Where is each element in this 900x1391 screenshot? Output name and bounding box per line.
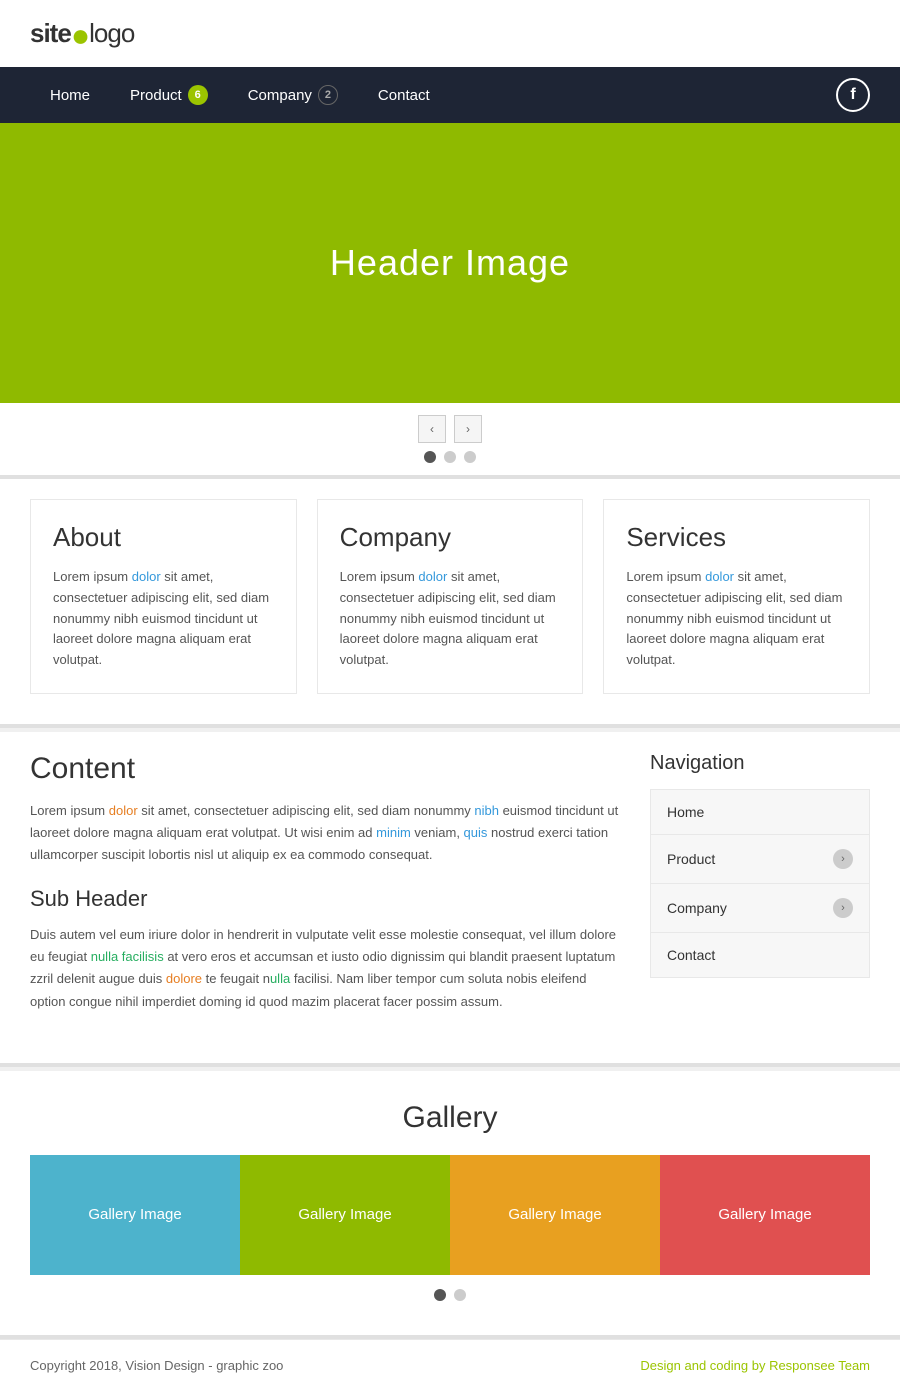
slider-dots (424, 451, 476, 463)
slider-prev[interactable]: ‹ (418, 415, 446, 443)
sidebar-nav-label-company: Company (667, 900, 727, 916)
card-title-services: Services (626, 522, 847, 553)
slider-next[interactable]: › (454, 415, 482, 443)
sub-content-text: Duis autem vel eum iriure dolor in hendr… (30, 924, 620, 1012)
nav-label-company: Company (248, 87, 312, 104)
nav-badge-company: 2 (318, 85, 338, 105)
page-wrapper: site●logo Home Product 6 Company 2 Conta… (0, 0, 900, 1391)
nav-badge-product: 6 (188, 85, 208, 105)
site-header: site●logo (0, 0, 900, 67)
gallery-item-4[interactable]: Gallery Image (660, 1155, 870, 1275)
sidebar-nav-home[interactable]: Home (651, 790, 869, 835)
gallery-label-4: Gallery Image (718, 1206, 811, 1223)
slider-dot-3[interactable] (464, 451, 476, 463)
nav-label-contact: Contact (378, 87, 430, 104)
nav-social: f (836, 78, 870, 112)
sidebar-nav-label-contact: Contact (667, 947, 715, 963)
slider-dot-1[interactable] (424, 451, 436, 463)
nav-label-home: Home (50, 87, 90, 104)
sidebar-nav-label-product: Product (667, 851, 715, 867)
gallery-dots (30, 1275, 870, 1315)
sidebar-nav-company[interactable]: Company › (651, 884, 869, 933)
sidebar-nav-product[interactable]: Product › (651, 835, 869, 884)
gallery-label-2: Gallery Image (298, 1206, 391, 1223)
card-title-about: About (53, 522, 274, 553)
hero-text: Header Image (330, 242, 570, 284)
gallery-item-2[interactable]: Gallery Image (240, 1155, 450, 1275)
cards-section: About Lorem ipsum dolor sit amet, consec… (0, 479, 900, 724)
sidebar: Navigation Home Product › Company › Cont… (650, 752, 870, 1033)
content-title: Content (30, 752, 620, 786)
card-text-about: Lorem ipsum dolor sit amet, consectetuer… (53, 567, 274, 671)
gallery-section: Gallery Gallery Image Gallery Image Gall… (0, 1071, 900, 1335)
nav-items: Home Product 6 Company 2 Contact (30, 67, 836, 123)
main-nav: Home Product 6 Company 2 Contact f (0, 67, 900, 123)
section-gap-3 (0, 1063, 900, 1067)
logo-name: logo (89, 18, 134, 48)
section-gap-2 (0, 724, 900, 728)
gallery-label-1: Gallery Image (88, 1206, 181, 1223)
gallery-dot-2[interactable] (454, 1289, 466, 1301)
content-section: Content Lorem ipsum dolor sit amet, cons… (0, 732, 900, 1063)
hero-banner: Header Image (0, 123, 900, 403)
gallery-title: Gallery (30, 1101, 870, 1135)
gallery-dot-1[interactable] (434, 1289, 446, 1301)
sidebar-nav: Home Product › Company › Contact (650, 789, 870, 978)
gallery-grid: Gallery Image Gallery Image Gallery Imag… (30, 1155, 870, 1275)
nav-item-home[interactable]: Home (30, 67, 110, 123)
gallery-item-3[interactable]: Gallery Image (450, 1155, 660, 1275)
sub-header: Sub Header (30, 886, 620, 912)
slider-dot-2[interactable] (444, 451, 456, 463)
sidebar-title: Navigation (650, 752, 870, 775)
logo: site●logo (30, 18, 134, 49)
nav-item-contact[interactable]: Contact (358, 67, 450, 123)
sidebar-nav-contact[interactable]: Contact (651, 933, 869, 977)
gallery-label-3: Gallery Image (508, 1206, 601, 1223)
logo-site: site (30, 18, 71, 48)
gallery-item-1[interactable]: Gallery Image (30, 1155, 240, 1275)
card-about: About Lorem ipsum dolor sit amet, consec… (30, 499, 297, 694)
main-content: Content Lorem ipsum dolor sit amet, cons… (30, 752, 620, 1033)
card-text-company: Lorem ipsum dolor sit amet, consectetuer… (340, 567, 561, 671)
footer-credit[interactable]: Design and coding by Responsee Team (640, 1358, 870, 1373)
content-text: Lorem ipsum dolor sit amet, consectetuer… (30, 800, 620, 866)
site-footer: Copyright 2018, Vision Design - graphic … (0, 1339, 900, 1391)
card-company: Company Lorem ipsum dolor sit amet, cons… (317, 499, 584, 694)
sidebar-nav-label-home: Home (667, 804, 704, 820)
nav-item-company[interactable]: Company 2 (228, 67, 358, 123)
sidebar-arrow-product: › (833, 849, 853, 869)
facebook-icon[interactable]: f (836, 78, 870, 112)
nav-item-product[interactable]: Product 6 (110, 67, 228, 123)
slider-arrows: ‹ › (418, 415, 482, 443)
footer-copyright: Copyright 2018, Vision Design - graphic … (30, 1358, 283, 1373)
nav-label-product: Product (130, 87, 182, 104)
card-text-services: Lorem ipsum dolor sit amet, consectetuer… (626, 567, 847, 671)
card-services: Services Lorem ipsum dolor sit amet, con… (603, 499, 870, 694)
card-title-company: Company (340, 522, 561, 553)
logo-dot: ● (71, 17, 89, 53)
sidebar-arrow-company: › (833, 898, 853, 918)
slider-controls: ‹ › (0, 403, 900, 475)
